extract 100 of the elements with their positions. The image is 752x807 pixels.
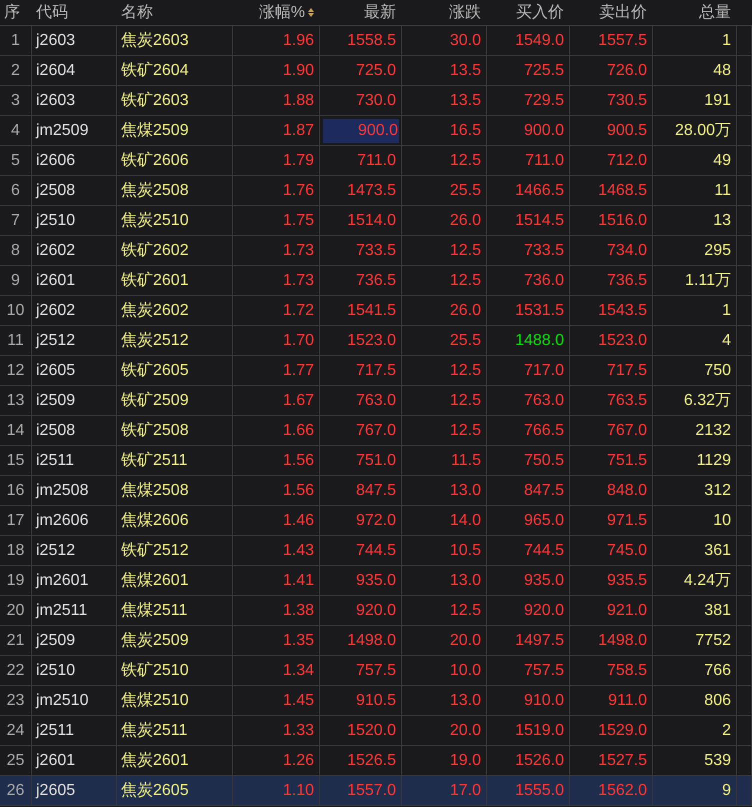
- contract-code: j2512: [35, 332, 76, 350]
- table-row[interactable]: 20 jm2511 焦煤2511 1.38 920.0 12.5 920.0 921.0 381: [0, 596, 752, 626]
- ask-price: 1557.5: [597, 32, 648, 50]
- column-header[interactable]: 买入价: [487, 2, 570, 23]
- contract-name: 焦炭2605: [120, 780, 190, 801]
- price-change: 12.5: [448, 392, 482, 410]
- price-change: 12.5: [448, 152, 482, 170]
- contract-code: j2605: [35, 782, 76, 800]
- change-percent: 1.77: [282, 362, 315, 380]
- price-change: 26.0: [448, 212, 482, 230]
- volume: 9: [721, 782, 732, 800]
- contract-name: 焦炭2602: [120, 300, 190, 321]
- latest-price: 920.0: [354, 602, 397, 620]
- table-row[interactable]: 21 j2509 焦炭2509 1.35 1498.0 20.0 1497.5 1498.0 7752: [0, 626, 752, 656]
- ask-price: 1516.0: [597, 212, 648, 230]
- table-row[interactable]: 17 jm2606 焦煤2606 1.46 972.0 14.0 965.0 971.5 10: [0, 506, 752, 536]
- bid-price: 1526.0: [514, 752, 565, 770]
- table-row[interactable]: 9 i2601 铁矿2601 1.73 736.5 12.5 736.0 736.5 1.11万: [0, 266, 752, 296]
- ask-price: 1562.0: [597, 782, 648, 800]
- column-header[interactable]: 卖出价: [570, 2, 653, 23]
- contract-name: 焦炭2508: [120, 180, 190, 201]
- table-row[interactable]: 6 j2508 焦炭2508 1.76 1473.5 25.5 1466.5 1468.5 11: [0, 176, 752, 206]
- volume: 11: [713, 182, 732, 200]
- row-number: 2: [10, 62, 21, 80]
- bid-price: 935.0: [522, 572, 565, 590]
- table-row[interactable]: 22 i2510 铁矿2510 1.34 757.5 10.0 757.5 758.5 766: [0, 656, 752, 686]
- table-row[interactable]: 15 i2511 铁矿2511 1.56 751.0 11.5 750.5 751.5 1129: [0, 446, 752, 476]
- table-row[interactable]: 24 j2511 焦炭2511 1.33 1520.0 20.0 1519.0 1529.0 2: [0, 716, 752, 746]
- table-row[interactable]: 19 jm2601 焦煤2601 1.41 935.0 13.0 935.0 935.5 4.24万: [0, 566, 752, 596]
- table-row[interactable]: 14 i2508 铁矿2508 1.66 767.0 12.5 766.5 767.0 2132: [0, 416, 752, 446]
- contract-name: 焦煤2606: [120, 511, 190, 531]
- table-row[interactable]: 26 j2605 焦炭2605 1.10 1557.0 17.0 1555.0 1562.0 9: [0, 776, 752, 806]
- ask-price: 911.0: [607, 692, 648, 710]
- volume: 191: [703, 92, 732, 110]
- contract-name: 铁矿2508: [120, 420, 190, 441]
- volume: 10: [712, 512, 732, 530]
- change-percent: 1.73: [282, 242, 315, 260]
- bid-price: 729.5: [522, 92, 565, 110]
- change-percent: 1.38: [282, 602, 315, 620]
- latest-price: 1520.0: [346, 722, 397, 740]
- table-row[interactable]: 5 i2606 铁矿2606 1.79 711.0 12.5 711.0 712.0 49: [0, 146, 752, 176]
- ask-price: 751.5: [606, 452, 648, 470]
- change-percent: 1.41: [282, 572, 315, 590]
- bid-price: 847.5: [522, 482, 565, 500]
- contract-name: 焦煤2508: [120, 481, 190, 501]
- row-number: 11: [6, 332, 25, 350]
- table-row[interactable]: 23 jm2510 焦煤2510 1.45 910.5 13.0 910.0 911.0 806: [0, 686, 752, 716]
- latest-price: 744.5: [354, 542, 397, 560]
- table-row[interactable]: 7 j2510 焦炭2510 1.75 1514.0 26.0 1514.5 1516.0 13: [0, 206, 752, 236]
- price-change: 13.0: [448, 572, 482, 590]
- contract-code: j2511: [35, 722, 75, 740]
- latest-price: 736.5: [354, 272, 397, 290]
- contract-name: 铁矿2510: [120, 660, 190, 681]
- contract-code: i2510: [35, 662, 76, 680]
- contract-code: i2605: [35, 362, 76, 380]
- table-row[interactable]: 1 j2603 焦炭2603 1.96 1558.5 30.0 1549.0 1557.5 1: [0, 26, 752, 56]
- change-percent: 1.73: [282, 272, 315, 290]
- contract-code: j2601: [35, 752, 76, 770]
- column-header[interactable]: 代码: [32, 2, 117, 23]
- row-number: 26: [6, 782, 26, 800]
- table-row[interactable]: 13 i2509 铁矿2509 1.67 763.0 12.5 763.0 763.5 6.32万: [0, 386, 752, 416]
- table-row[interactable]: 10 j2602 焦炭2602 1.72 1541.5 26.0 1531.5 1543.5 1: [0, 296, 752, 326]
- column-header[interactable]: 名称: [117, 2, 233, 23]
- volume: 539: [703, 752, 732, 770]
- table-row[interactable]: 16 jm2508 焦煤2508 1.56 847.5 13.0 847.5 848.0 312: [0, 476, 752, 506]
- latest-price: 1514.0: [346, 212, 397, 230]
- price-change: 13.5: [448, 92, 482, 110]
- row-number: 3: [10, 92, 21, 110]
- change-percent: 1.26: [282, 752, 315, 770]
- bid-price: 1497.5: [514, 632, 565, 650]
- price-change: 12.5: [448, 272, 482, 290]
- table-row[interactable]: 2 i2604 铁矿2604 1.90 725.0 13.5 725.5 726.0 48: [0, 56, 752, 86]
- table-row[interactable]: 8 i2602 铁矿2602 1.73 733.5 12.5 733.5 734.0 295: [0, 236, 752, 266]
- contract-name: 铁矿2511: [120, 450, 188, 471]
- bid-price: 757.5: [522, 662, 565, 680]
- column-header[interactable]: 最新: [320, 2, 402, 23]
- table-row[interactable]: 3 i2603 铁矿2603 1.88 730.0 13.5 729.5 730.5 191: [0, 86, 752, 116]
- volume: 6.32万: [682, 391, 732, 411]
- bid-price: 1555.0: [514, 782, 565, 800]
- volume: 381: [703, 602, 732, 620]
- latest-price: 767.0: [354, 422, 397, 440]
- ask-price: 971.5: [606, 512, 648, 530]
- price-change: 25.5: [448, 182, 482, 200]
- column-header[interactable]: 总量: [653, 2, 737, 23]
- change-percent: 1.10: [282, 782, 315, 800]
- change-percent: 1.34: [282, 662, 315, 680]
- table-row[interactable]: 18 i2512 铁矿2512 1.43 744.5 10.5 744.5 745.0 361: [0, 536, 752, 566]
- table-row[interactable]: 4 jm2509 焦煤2509 1.87 900.0 16.5 900.0 900.5 28.00万: [0, 116, 752, 146]
- table-row[interactable]: 11 j2512 焦炭2512 1.70 1523.0 25.5 1488.0 1523.0 4: [0, 326, 752, 356]
- row-number: 16: [6, 482, 26, 500]
- volume: 312: [703, 482, 732, 500]
- table-row[interactable]: 12 i2605 铁矿2605 1.77 717.5 12.5 717.0 717.5 750: [0, 356, 752, 386]
- change-percent: 1.87: [282, 122, 315, 140]
- column-header[interactable]: 涨跌: [402, 2, 487, 23]
- column-header[interactable]: 序: [0, 2, 32, 23]
- column-header[interactable]: 涨幅%: [233, 2, 320, 23]
- contract-name: 焦炭2512: [120, 330, 190, 351]
- contract-name: 焦炭2509: [120, 630, 190, 651]
- row-number: 20: [6, 602, 26, 620]
- price-change: 20.0: [448, 722, 482, 740]
